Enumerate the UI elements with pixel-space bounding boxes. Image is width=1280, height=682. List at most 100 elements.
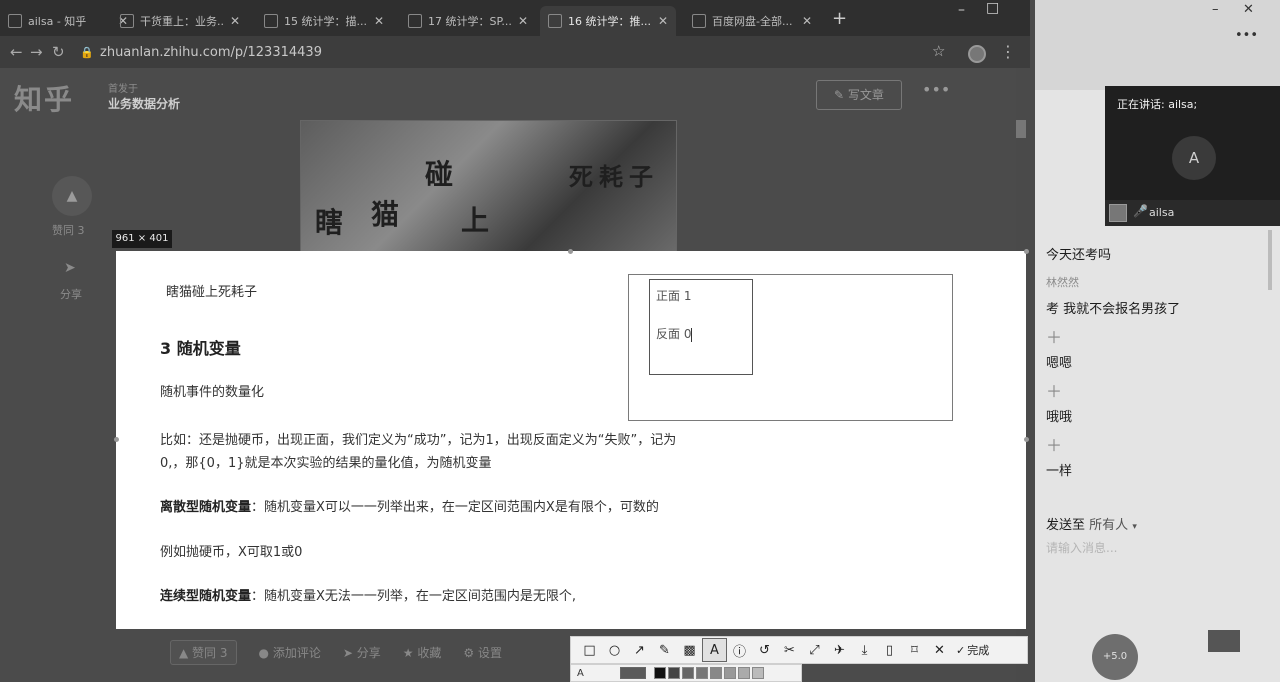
back-arrow-icon[interactable]: ←	[10, 43, 23, 61]
tab-title: 16 统计学：推...	[568, 15, 651, 28]
text-tool-icon[interactable]: A	[702, 638, 727, 662]
chat-input[interactable]: 请输入消息...	[1046, 539, 1117, 556]
color-swatch[interactable]	[751, 667, 764, 679]
floating-action-button[interactable]: +5.0	[1092, 634, 1138, 680]
page-scrollbar-thumb[interactable]	[1016, 120, 1026, 138]
annotation-text[interactable]: 正面 1	[656, 287, 691, 304]
discrete-text: ：随机变量X可以一一列举出来，在一定区间范围内X是有限个，可数的	[251, 500, 659, 515]
bookmark-icon[interactable]: ⌑	[902, 638, 927, 662]
resize-handle[interactable]	[1024, 249, 1029, 254]
color-swatch[interactable]	[681, 667, 694, 679]
column-name[interactable]: 业务数据分析	[108, 95, 180, 112]
share-icon[interactable]: ➤	[64, 260, 76, 276]
chat-minimize-icon[interactable]: –	[1212, 2, 1219, 17]
browser-tab-5[interactable]: 16 统计学：推... ✕	[540, 6, 676, 36]
resize-handle[interactable]	[568, 249, 573, 254]
zhihu-logo[interactable]: 知乎	[14, 78, 74, 118]
tab-title: 15 统计学：描...	[284, 15, 367, 28]
expand-icon[interactable]: ⤢	[802, 638, 827, 662]
rectangle-tool-icon[interactable]: □	[577, 638, 602, 662]
pin-icon[interactable]: ✈	[827, 638, 852, 662]
tab-title: ailsa - 知乎	[28, 15, 87, 28]
bookmark-star-icon[interactable]: ☆	[932, 42, 945, 60]
ellipse-tool-icon[interactable]: ○	[602, 638, 627, 662]
resize-handle[interactable]	[114, 437, 119, 442]
window-minimize-icon[interactable]: –	[958, 2, 965, 18]
download-icon[interactable]: ⤓	[852, 638, 877, 662]
text-size-icon[interactable]: A	[577, 668, 584, 679]
arrow-tool-icon[interactable]: ↗	[627, 638, 652, 662]
forward-arrow-icon[interactable]: →	[30, 43, 43, 61]
number-tool-icon[interactable]: ⓘ	[727, 638, 752, 662]
current-color-swatch[interactable]	[619, 667, 646, 679]
paragraph-line: 比如：还是抛硬币，出现正面，我们定义为“成功”，记为1，出现反面定义为“失败”，…	[160, 433, 677, 448]
color-swatch[interactable]	[667, 667, 680, 679]
speaking-indicator: 正在讲话: ailsa;	[1117, 98, 1198, 111]
reload-icon[interactable]: ↻	[52, 43, 65, 61]
microphone-icon[interactable]: 🎤	[1133, 204, 1148, 218]
mosaic-tool-icon[interactable]: ▩	[677, 638, 702, 662]
browser-tab-3[interactable]: 15 统计学：描... ✕	[256, 6, 392, 36]
tab-title: 百度网盘-全部...	[712, 15, 793, 28]
chat-scrollbar[interactable]	[1268, 230, 1272, 290]
star-icon: ★	[402, 646, 414, 660]
annotation-text-line[interactable]: 反面 0	[656, 325, 693, 342]
send-button[interactable]	[1208, 630, 1240, 652]
undo-icon[interactable]: ↺	[752, 638, 777, 662]
url-text: zhuanlan.zhihu.com/p/123314439	[100, 45, 322, 60]
write-article-button[interactable]: ✎ 写文章	[816, 80, 902, 110]
tab-favicon-icon	[692, 14, 706, 28]
chat-plus-icon[interactable]: ＋	[1046, 432, 1062, 456]
chat-message: 嗯嗯	[1046, 356, 1073, 371]
comment-label: 添加评论	[272, 646, 321, 660]
tab-close-icon[interactable]: ✕	[802, 14, 812, 28]
paragraph-line: 连续型随机变量：随机变量X无法一一列举，在一定区间范围内是无限个,	[160, 585, 576, 604]
chat-options-icon[interactable]: •••	[1235, 28, 1258, 43]
tab-favicon-icon	[120, 14, 134, 28]
favorite-button[interactable]: ★ 收藏	[403, 644, 442, 661]
tab-close-icon[interactable]: ✕	[230, 14, 240, 28]
color-swatch[interactable]	[653, 667, 666, 679]
agree-button[interactable]: ▲ 赞同 3	[170, 640, 237, 665]
browser-tab-6[interactable]: 百度网盘-全部... ✕	[684, 6, 820, 36]
send-to-label: 发送至	[1046, 518, 1086, 533]
browser-tab-4[interactable]: 17 统计学：SP... ✕	[400, 6, 536, 36]
sidebar-agree-button[interactable]: ▲	[52, 176, 92, 216]
chat-plus-icon[interactable]: ＋	[1046, 378, 1062, 402]
continuous-text: ：随机变量X无法一一列举，在一定区间范围内是无限个,	[251, 589, 577, 604]
share-button[interactable]: ➤ 分享	[343, 644, 381, 661]
pen-tool-icon[interactable]: ✎	[652, 638, 677, 662]
color-swatch[interactable]	[723, 667, 736, 679]
chat-message: 一样	[1046, 464, 1073, 479]
send-to-selector[interactable]: 发送至 所有人 ▾	[1046, 514, 1137, 533]
browser-menu-icon[interactable]: ⋮	[1000, 42, 1016, 61]
more-options-icon[interactable]: •••	[922, 80, 950, 99]
color-swatch[interactable]	[709, 667, 722, 679]
phone-icon[interactable]: ▯	[877, 638, 902, 662]
color-swatch[interactable]	[737, 667, 750, 679]
resize-handle[interactable]	[1024, 437, 1029, 442]
chat-message: 考 我就不会报名男孩了	[1046, 302, 1181, 317]
cut-icon[interactable]: ✂	[777, 638, 802, 662]
speaker-video-window[interactable]: 正在讲话: ailsa; A 🎤 ailsa	[1105, 86, 1280, 226]
new-tab-icon[interactable]: +	[832, 8, 847, 29]
screenshot-capture-region[interactable]: 瞎猫碰上死耗子 3 随机变量 随机事件的数量化 比如：还是抛硬币，出现正面，我们…	[116, 251, 1026, 629]
done-button[interactable]: ✓ 完成	[952, 638, 993, 662]
speaker-name: ailsa	[1149, 206, 1175, 219]
close-icon[interactable]: ✕	[927, 638, 952, 662]
comment-button[interactable]: ● 添加评论	[259, 644, 321, 661]
browser-tab-2[interactable]: 干货重上：业务... ✕	[112, 6, 248, 36]
chat-plus-icon[interactable]: ＋	[1046, 324, 1062, 348]
tab-close-icon[interactable]: ✕	[374, 14, 384, 28]
window-maximize-icon[interactable]: □	[986, 0, 999, 16]
image-caption: 瞎猫碰上死耗子	[166, 285, 258, 300]
favorite-label: 收藏	[417, 646, 442, 660]
profile-avatar[interactable]	[968, 45, 986, 63]
tab-favicon-icon	[8, 14, 22, 28]
chat-close-icon[interactable]: ✕	[1243, 2, 1254, 17]
color-swatch[interactable]	[695, 667, 708, 679]
url-field[interactable]: 🔒 zhuanlan.zhihu.com/p/123314439	[76, 42, 956, 64]
tab-close-icon[interactable]: ✕	[658, 14, 668, 28]
settings-button[interactable]: ⚙ 设置	[463, 644, 502, 661]
tab-close-icon[interactable]: ✕	[518, 14, 528, 28]
